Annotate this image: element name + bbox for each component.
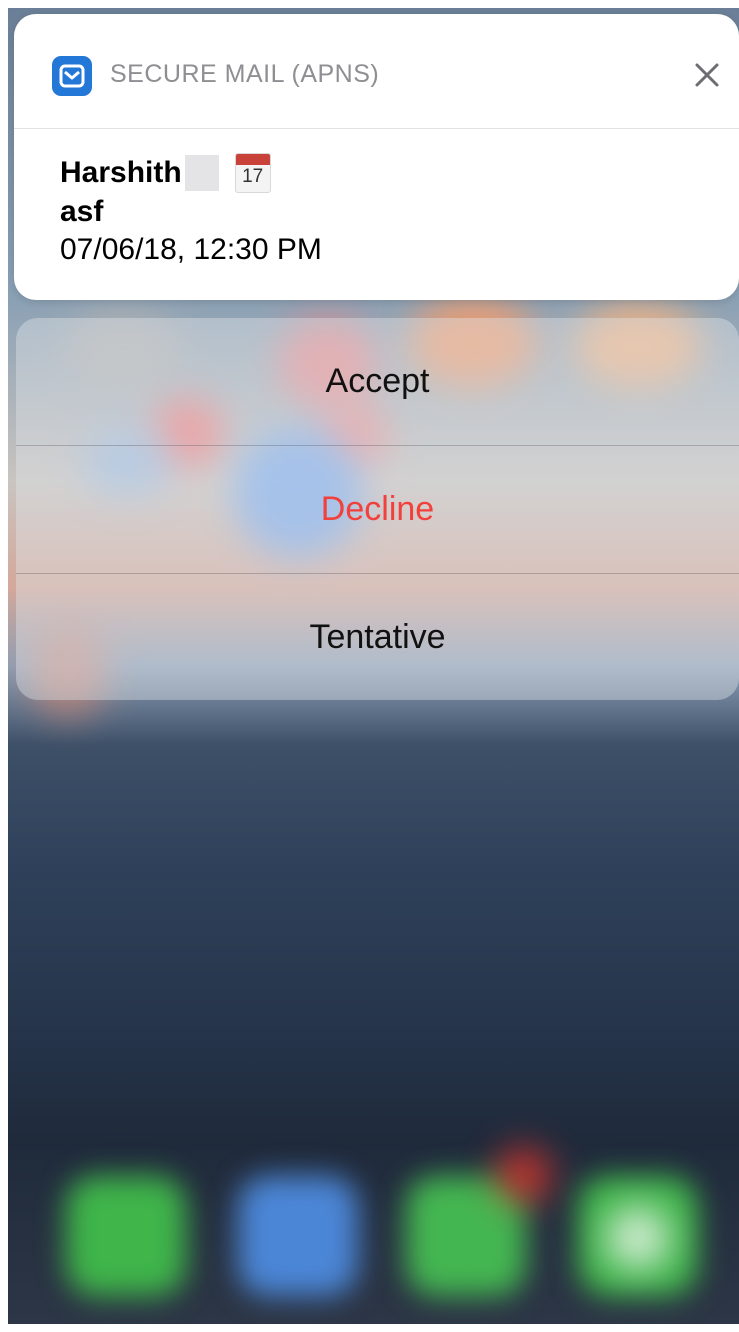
blurred-dock-icon [238, 1176, 358, 1296]
decline-label: Decline [320, 490, 435, 528]
notification-header: SECURE MAIL (APNS) [14, 14, 739, 129]
calendar-icon: 17 [234, 153, 271, 193]
app-name: SECURE MAIL (APNS) [110, 60, 380, 88]
sender-row: Harshith 17 [60, 152, 700, 194]
accept-label: Accept [325, 362, 430, 400]
notification-card[interactable]: SECURE MAIL (APNS) Harshith 17 asf 07/06… [14, 14, 739, 300]
accept-button[interactable]: Accept [16, 318, 739, 445]
close-icon[interactable] [690, 58, 724, 92]
event-datetime: 07/06/18, 12:30 PM [60, 233, 322, 266]
blurred-dock-icon-highlight [606, 1206, 670, 1270]
decline-button[interactable]: Decline [16, 446, 739, 573]
blurred-home-screen: SECURE MAIL (APNS) Harshith 17 asf 07/06… [8, 8, 739, 1324]
tentative-label: Tentative [309, 618, 446, 656]
mail-icon [52, 56, 92, 96]
sender-name: Harshith [60, 156, 182, 189]
blurred-dock-icon [66, 1176, 186, 1296]
message-subject: asf [60, 195, 104, 228]
notification-actions: Accept Decline Tentative [16, 318, 739, 700]
calendar-day: 17 [242, 166, 264, 187]
notification-body: Harshith 17 asf 07/06/18, 12:30 PM [60, 152, 700, 270]
tentative-button[interactable]: Tentative [16, 574, 739, 700]
blurred-badge [496, 1148, 551, 1203]
redacted-text [184, 155, 219, 191]
